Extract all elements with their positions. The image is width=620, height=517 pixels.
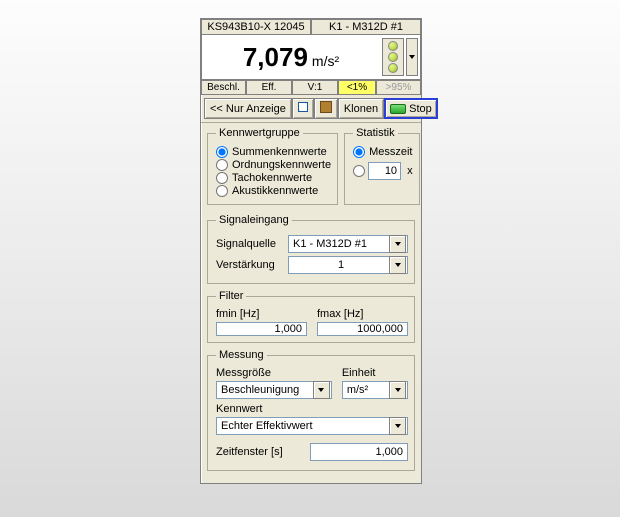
kennwert-dropdown[interactable]: Echter Effektivwert: [216, 417, 408, 435]
radio-tachokennwerte[interactable]: Tachokennwerte: [216, 172, 331, 184]
chevron-down-icon: [409, 55, 415, 59]
status-pct-high: >95%: [376, 80, 421, 95]
stop-led-icon: [390, 104, 406, 114]
led-stack: [382, 38, 404, 76]
dropdown-text: m/s²: [345, 384, 389, 396]
paste-icon: [320, 101, 332, 116]
signal-legend: Signaleingang: [216, 214, 292, 226]
status-led-icon: [388, 63, 398, 73]
led-dropdown-button[interactable]: [406, 38, 418, 76]
readout-value: 7,079: [243, 42, 308, 72]
chevron-down-icon: [318, 388, 324, 392]
display-only-button[interactable]: << Nur Anzeige: [204, 98, 292, 119]
statistik-group: Statistik Messzeit 10 x: [344, 127, 420, 205]
statistik-legend: Statistik: [353, 127, 398, 139]
header-model: KS943B10-X 12045: [201, 19, 311, 35]
instrument-panel: KS943B10-X 12045 K1 - M312D #1 7,079m/s²…: [200, 18, 422, 484]
signalquelle-dropdown[interactable]: K1 - M312D #1: [288, 235, 408, 253]
kennwertgruppe-group: Kennwertgruppe Summenkennwerte Ordnungsk…: [207, 127, 338, 205]
filter-legend: Filter: [216, 290, 246, 302]
radio-label: Akustikkennwerte: [232, 185, 318, 197]
dropdown-text: Echter Effektivwert: [219, 420, 389, 432]
radio-input[interactable]: [216, 146, 228, 158]
radio-input[interactable]: [216, 172, 228, 184]
dropdown-button[interactable]: [389, 417, 406, 435]
fmax-label: fmax [Hz]: [317, 308, 408, 320]
dropdown-button[interactable]: [389, 381, 406, 399]
stop-label: Stop: [409, 103, 432, 115]
einheit-dropdown[interactable]: m/s²: [342, 381, 408, 399]
radio-label: Tachokennwerte: [232, 172, 312, 184]
clone-button[interactable]: Klonen: [338, 98, 384, 119]
stop-button[interactable]: Stop: [384, 98, 438, 119]
signalquelle-label: Signalquelle: [216, 238, 284, 250]
status-mode[interactable]: Eff.: [246, 80, 292, 95]
filter-group: Filter fmin [Hz] 1,000 fmax [Hz] 1000,00…: [207, 290, 415, 343]
radio-label: Summenkennwerte: [232, 146, 327, 158]
stat-x-label: x: [407, 165, 413, 177]
status-pct-low[interactable]: <1%: [338, 80, 376, 95]
chevron-down-icon: [395, 242, 401, 246]
radio-messzeit[interactable]: Messzeit: [353, 146, 413, 158]
dropdown-text: K1 - M312D #1: [291, 238, 389, 250]
messgroesse-dropdown[interactable]: Beschleunigung: [216, 381, 332, 399]
messung-group: Messung Messgröße Beschleunigung Einheit…: [207, 349, 415, 471]
messgroesse-label: Messgröße: [216, 367, 332, 379]
radio-count[interactable]: [353, 165, 365, 177]
kennwert-label: Kennwert: [216, 403, 262, 415]
copy-icon: [298, 102, 308, 115]
readout-unit: m/s²: [312, 53, 339, 69]
dropdown-button[interactable]: [389, 256, 406, 274]
verstaerkung-dropdown[interactable]: 1: [288, 256, 408, 274]
zeitfenster-label: Zeitfenster [s]: [216, 446, 306, 458]
toolbar: << Nur Anzeige Klonen Stop: [201, 95, 421, 123]
fmin-label: fmin [Hz]: [216, 308, 307, 320]
dropdown-button[interactable]: [313, 381, 330, 399]
status-bar: Beschl. Eff. V:1 <1% >95%: [201, 80, 421, 95]
radio-input[interactable]: [353, 146, 365, 158]
copy-button[interactable]: [292, 98, 314, 119]
readout-display: 7,079m/s²: [201, 35, 421, 80]
kennwertgruppe-legend: Kennwertgruppe: [216, 127, 303, 139]
einheit-label: Einheit: [342, 367, 408, 379]
messung-legend: Messung: [216, 349, 267, 361]
radio-label: Ordnungskennwerte: [232, 159, 331, 171]
header-row: KS943B10-X 12045 K1 - M312D #1: [201, 19, 421, 35]
signal-group: Signaleingang Signalquelle K1 - M312D #1…: [207, 214, 415, 284]
radio-ordnungskennwerte[interactable]: Ordnungskennwerte: [216, 159, 331, 171]
status-led-icon: [388, 41, 398, 51]
status-v[interactable]: V:1: [292, 80, 338, 95]
dropdown-text: 1: [291, 259, 389, 271]
header-channel: K1 - M312D #1: [311, 19, 421, 35]
readout-value-wrap: 7,079m/s²: [202, 42, 380, 73]
chevron-down-icon: [395, 424, 401, 428]
radio-input[interactable]: [216, 159, 228, 171]
radio-akustikkennwerte[interactable]: Akustikkennwerte: [216, 185, 331, 197]
verstaerkung-label: Verstärkung: [216, 259, 284, 271]
radio-summenkennwerte[interactable]: Summenkennwerte: [216, 146, 331, 158]
dropdown-text: Beschleunigung: [219, 384, 313, 396]
stat-count-input[interactable]: 10: [368, 162, 401, 180]
dropdown-button[interactable]: [389, 235, 406, 253]
fmax-input[interactable]: 1000,000: [317, 322, 408, 336]
radio-input[interactable]: [353, 165, 365, 177]
panel-body: Kennwertgruppe Summenkennwerte Ordnungsk…: [201, 123, 421, 483]
chevron-down-icon: [395, 263, 401, 267]
chevron-down-icon: [395, 388, 401, 392]
paste-button[interactable]: [314, 98, 338, 119]
fmin-input[interactable]: 1,000: [216, 322, 307, 336]
zeitfenster-input[interactable]: 1,000: [310, 443, 408, 461]
status-led-icon: [388, 52, 398, 62]
radio-input[interactable]: [216, 185, 228, 197]
status-quantity[interactable]: Beschl.: [201, 80, 246, 95]
radio-label: Messzeit: [369, 146, 412, 158]
